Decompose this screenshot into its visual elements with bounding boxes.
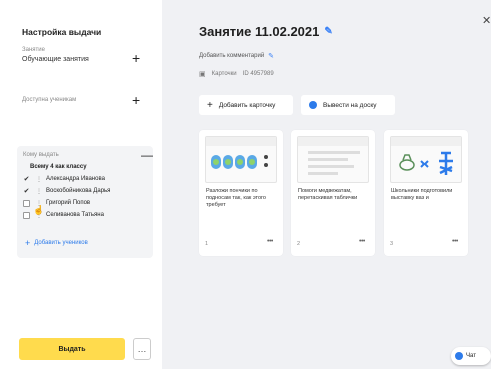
add-students-link[interactable]: + Добавить учеников [25, 238, 88, 248]
edit-pencil-icon[interactable]: ✎ [324, 26, 332, 37]
lesson-title: Занятие 11.02.2021 ✎ [199, 24, 333, 39]
main-panel: Занятие 11.02.2021 ✎ Добавить комментари… [162, 0, 491, 369]
cards-icon: ▣ [199, 71, 206, 78]
card-more-icon[interactable]: ••• [359, 238, 365, 245]
lesson-select[interactable]: Занятие Обучающие занятия [22, 47, 150, 63]
check-icon[interactable]: ✔ [23, 176, 30, 183]
card-number: 2 [297, 241, 301, 247]
card-more-icon[interactable]: ••• [267, 238, 273, 245]
student-name: Александра Иванова [46, 176, 105, 182]
add-card-button[interactable]: + Добавить карточку [199, 95, 293, 115]
cards-label: Карточки [211, 71, 237, 77]
card-thumbnail [205, 136, 277, 183]
chat-label: Чат [466, 353, 476, 359]
lesson-select-value: Обучающие занятия [22, 56, 89, 63]
student-row[interactable]: ✔ ⋮ Александра Иванова [23, 174, 105, 184]
lesson-select-label: Занятие [22, 47, 45, 53]
all-class-label: Всему 4 как классу [30, 164, 87, 170]
card[interactable]: Помоги медвежатам, перетаскивая таблички… [291, 130, 375, 256]
card-title: Школьники подготовили выставку ваз и [391, 188, 453, 201]
lesson-title-text: Занятие 11.02.2021 [199, 24, 320, 39]
all-class-checkbox[interactable]: Всему 4 как классу [30, 162, 87, 172]
sidebar-title: Настройка выдачи [22, 27, 102, 37]
add-card-label: Добавить карточку [218, 101, 276, 109]
plus-icon: + [207, 99, 213, 111]
add-comment-link[interactable]: Добавить комментарий ✎ [199, 52, 274, 60]
checkbox[interactable] [23, 199, 30, 207]
card-more-icon[interactable]: ••• [452, 238, 458, 245]
card-thumbnail [297, 136, 369, 183]
checkbox[interactable] [23, 211, 30, 219]
show-on-board-button[interactable]: Вывести на доску [301, 95, 395, 115]
card-number: 1 [205, 241, 209, 247]
access-row[interactable]: Доступна ученикам [22, 97, 150, 103]
card[interactable]: Разложи пончики по подносам так, как это… [199, 130, 283, 256]
lesson-id: ID 4957989 [242, 71, 274, 77]
add-lesson-icon[interactable]: + [132, 51, 140, 65]
hand-cursor-icon: ☝ [33, 205, 45, 215]
board-icon [309, 101, 317, 109]
lesson-meta: ▣ Карточки ID 4957989 [199, 70, 274, 78]
student-name: Селиванова Татьяна [46, 212, 104, 218]
student-name: Воскобойникова Дарья [46, 188, 111, 194]
issue-header: Кому выдать [23, 152, 59, 158]
card-number: 3 [390, 241, 394, 247]
add-comment-label: Добавить комментарий [199, 53, 265, 59]
card-title: Разложи пончики по подносам так, как это… [206, 188, 266, 208]
close-icon[interactable]: ✕ [482, 14, 491, 27]
collapse-icon[interactable]: — [141, 149, 153, 161]
chat-button[interactable]: Чат [451, 347, 491, 365]
issue-to-panel: Кому выдать — Всему 4 как классу ✔ ⋮ Але… [17, 146, 153, 258]
card-thumbnail [390, 136, 462, 183]
more-button[interactable]: … [133, 338, 151, 360]
student-name: Григорий Попов [46, 200, 91, 206]
sidebar: Настройка выдачи Занятие Обучающие занят… [0, 0, 162, 369]
show-on-board-label: Вывести на доску [323, 101, 377, 109]
chat-icon [455, 352, 463, 360]
issue-button[interactable]: Выдать [19, 338, 125, 360]
card[interactable]: Школьники подготовили выставку ваз и 3 •… [384, 130, 468, 256]
access-label: Доступна ученикам [22, 97, 77, 103]
card-title: Помоги медвежатам, перетаскивая таблички [298, 188, 358, 201]
add-access-icon[interactable]: + [132, 93, 140, 107]
student-row[interactable]: ✔ ⋮ Воскобойникова Дарья [23, 186, 111, 196]
check-icon[interactable]: ✔ [23, 188, 30, 195]
add-students-label: Добавить учеников [34, 240, 88, 246]
plus-icon: + [25, 238, 31, 248]
edit-pencil-icon: ✎ [268, 53, 275, 60]
